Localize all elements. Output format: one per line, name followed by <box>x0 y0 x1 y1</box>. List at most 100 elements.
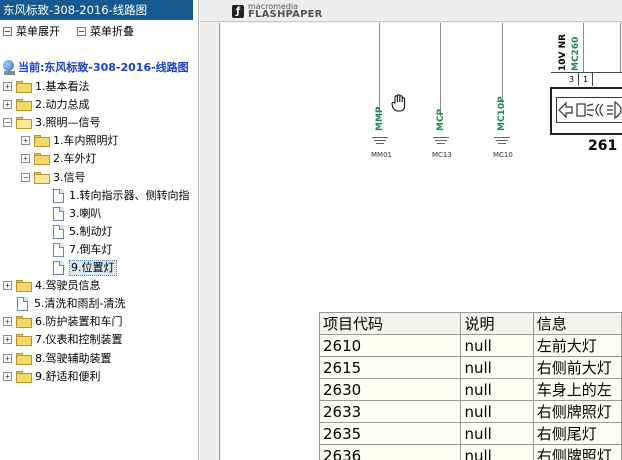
document-icon <box>17 297 28 312</box>
expand-node-icon[interactable]: + <box>3 371 12 381</box>
tree-item[interactable]: 7.倒车灯 <box>0 241 198 259</box>
tree-item-label: 5.清洗和雨刮-清洗 <box>34 297 126 311</box>
connector-wire <box>583 23 584 72</box>
table-cell: 2636 <box>318 444 462 460</box>
tree-item[interactable]: +1.基本看法 <box>0 78 198 96</box>
table-row: 2630 null 车身上的左 <box>318 378 622 401</box>
expand-node-icon[interactable]: + <box>3 100 12 110</box>
tree-item-label: 1.转向指示器、侧转向指 <box>69 188 190 202</box>
expand-node-icon[interactable]: + <box>3 281 12 291</box>
flashpaper-logo-icon: ƒ <box>232 5 244 18</box>
flashpaper-logo: ƒ macromedia FLASHPAPER <box>232 2 352 20</box>
table-cell: null <box>460 400 534 423</box>
table-cell: 左前大灯 <box>532 334 622 357</box>
connector-wire-label: MC260 <box>571 36 581 71</box>
expand-node-icon[interactable]: + <box>3 335 12 345</box>
document-icon <box>53 242 64 257</box>
expand-menu-button[interactable]: 菜单展开 <box>3 24 60 40</box>
expand-node-icon[interactable]: + <box>21 154 30 164</box>
tree-item-label: 3.照明—信号 <box>35 116 101 130</box>
document-page[interactable]: MMP MM01 MCP MC13 MC10P MC10 10V NR MC26… <box>221 23 622 460</box>
connector-wire <box>620 23 621 72</box>
table-cell: null <box>460 444 534 460</box>
wire-line <box>440 23 441 117</box>
folder-icon <box>16 99 32 112</box>
wire-label: MC10P <box>497 96 507 131</box>
document-icon <box>53 261 64 275</box>
tree-item[interactable]: − 3.照明—信号 <box>0 114 198 132</box>
collapse-menu-button[interactable]: 菜单折叠 <box>77 24 134 40</box>
expand-node-icon[interactable]: + <box>3 317 12 327</box>
collapse-node-icon[interactable]: − <box>3 118 12 128</box>
table-row: 2610 null 左前大灯 <box>318 334 622 357</box>
tree-item-label: 4.驾驶员信息 <box>35 279 101 293</box>
tree-item-label: 3.信号 <box>53 170 86 184</box>
connector-supply-label: 10V NR <box>558 33 568 71</box>
tree-item[interactable]: 5.制动灯 <box>0 223 198 241</box>
folder-icon <box>16 370 32 383</box>
wire-label: MMP <box>375 106 385 131</box>
hand-cursor-icon <box>391 94 406 112</box>
tree-item[interactable]: 9.位置灯 <box>0 259 198 277</box>
tree-item[interactable]: − 3.信号 <box>0 169 198 187</box>
current-location[interactable]: 当前:东风标致-308-2016-线路图 <box>0 59 198 77</box>
table-row: 2633 null 右侧牌照灯 <box>318 400 622 423</box>
table-cell: 2635 <box>318 422 462 445</box>
collapse-node-icon[interactable]: − <box>21 172 30 182</box>
folder-open-icon <box>16 117 32 130</box>
table-cell: 2610 <box>318 334 462 357</box>
tree-item-label: 2.动力总成 <box>35 98 90 112</box>
component-number: 261 <box>588 138 618 154</box>
table-cell: null <box>460 422 534 445</box>
document-icon <box>53 206 64 221</box>
connector-pin: 1 <box>579 73 593 86</box>
viewer-toolbar: ƒ macromedia FLASHPAPER <box>200 0 622 22</box>
lamp-symbols-icon <box>558 100 622 120</box>
expand-node-icon[interactable]: + <box>3 82 12 91</box>
tree-item[interactable]: +8.驾驶辅助装置 <box>0 350 198 368</box>
column-header: 说明 <box>460 312 534 335</box>
tree-item[interactable]: +7.仪表和控制装置 <box>0 331 198 349</box>
table-cell: null <box>460 334 534 357</box>
tree-item[interactable]: +6.防护装置和车门 <box>0 313 198 331</box>
ground-icon <box>371 135 389 145</box>
ground-label: MC10 <box>493 151 513 159</box>
navigation-panel: 东风标致-308-2016-线路图 菜单展开 菜单折叠 当前:东风标致-308-… <box>0 0 199 460</box>
tree-item[interactable]: +9.舒适和便利 <box>0 368 198 386</box>
component-table: 项目代码 说明 信息 2610 null 左前大灯 2615 null 右侧前大灯 2630… <box>318 312 622 460</box>
expand-node-icon[interactable]: + <box>3 353 12 363</box>
ground-label: MC13 <box>432 151 452 159</box>
tree-item-label: 2.车外灯 <box>53 152 97 166</box>
panel-title: 东风标致-308-2016-线路图 <box>0 0 193 20</box>
table-row: 2615 null 右侧前大灯 <box>318 356 622 379</box>
tree-item[interactable]: 5.清洗和雨刮-清洗 <box>0 295 198 313</box>
column-header: 信息 <box>532 312 622 335</box>
table-cell: null <box>460 378 534 401</box>
tree-item-label: 9.位置灯 <box>69 260 117 276</box>
expand-node-icon[interactable]: + <box>21 136 30 146</box>
tree-item[interactable]: +1.车内照明灯 <box>0 132 198 150</box>
wire-label: MCP <box>436 108 446 131</box>
wire-line <box>502 23 503 103</box>
tree-item[interactable]: +2.动力总成 <box>0 96 198 114</box>
collapse-icon <box>77 27 86 36</box>
tree-item[interactable]: 1.转向指示器、侧转向指 <box>0 187 198 205</box>
table-row: 2636 null 右侧牌照灯 <box>318 444 622 460</box>
lamp-component <box>550 87 622 135</box>
ground-label: MM01 <box>371 151 392 159</box>
table-cell: 2630 <box>318 378 462 401</box>
viewer-side-strip[interactable] <box>200 23 220 460</box>
tree-item[interactable]: 3.喇叭 <box>0 205 198 223</box>
tree-item-label: 7.倒车灯 <box>69 242 113 256</box>
folder-icon <box>16 334 32 347</box>
table-cell: 右侧牌照灯 <box>532 444 622 460</box>
current-location-label: 当前:东风标致-308-2016-线路图 <box>18 61 189 74</box>
expand-icon <box>3 27 12 36</box>
table-cell: 右侧牌照灯 <box>532 400 622 423</box>
folder-icon <box>34 153 50 166</box>
column-header: 项目代码 <box>318 312 462 335</box>
tree-item[interactable]: +4.驾驶员信息 <box>0 277 198 295</box>
tree-item[interactable]: +2.车外灯 <box>0 150 198 168</box>
table-cell: 2633 <box>318 400 462 423</box>
table-cell: null <box>460 356 534 379</box>
